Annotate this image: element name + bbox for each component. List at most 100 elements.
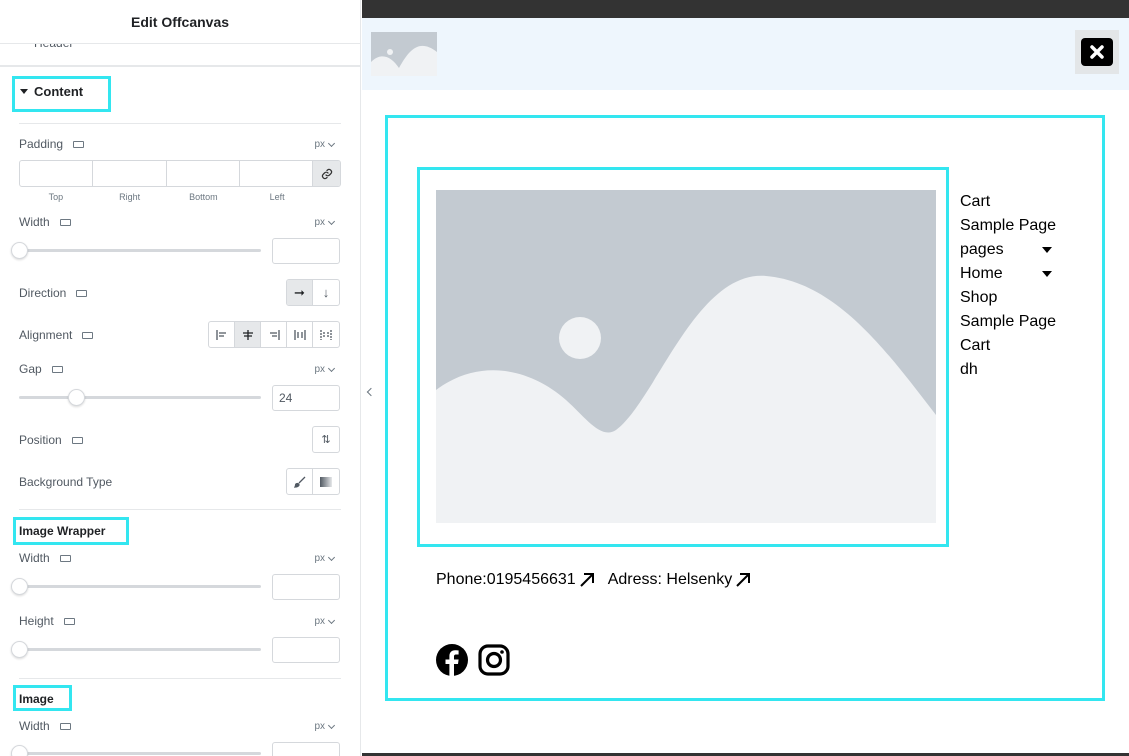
space-between-icon: [293, 329, 306, 340]
chevron-down-icon: [327, 364, 336, 372]
align-start-button[interactable]: [209, 322, 235, 347]
direction-label: Direction: [19, 286, 88, 300]
panel-title: Edit Offcanvas: [130, 13, 230, 30]
slider-handle[interactable]: [11, 578, 28, 595]
padding-unit: px: [314, 139, 325, 150]
slider-handle[interactable]: [11, 242, 28, 259]
image-width-slider[interactable]: [11, 745, 261, 756]
background-type-label: Background Type: [19, 475, 112, 489]
responsive-desktop-icon[interactable]: [82, 331, 94, 339]
responsive-desktop-icon[interactable]: [59, 722, 71, 730]
width-unit-select[interactable]: px: [314, 217, 336, 228]
menu-item-pages[interactable]: pages: [960, 238, 1056, 262]
gap-input[interactable]: 24: [272, 385, 340, 411]
offcanvas-header: [362, 18, 1129, 90]
align-end-icon: [269, 329, 280, 340]
swap-vertical-icon: ⇅: [321, 434, 331, 446]
padding-bottom-input[interactable]: [167, 161, 240, 186]
background-classic-button[interactable]: [287, 469, 313, 494]
content-section-toggle[interactable]: Content: [20, 84, 83, 99]
padding-top-input[interactable]: [20, 161, 94, 186]
width-input[interactable]: [272, 238, 340, 264]
align-end-button[interactable]: [261, 322, 287, 347]
position-label-text: Position: [19, 433, 62, 447]
preview-canvas: Cart Sample Page pages Home Shop Sample …: [362, 0, 1129, 756]
responsive-desktop-icon[interactable]: [51, 365, 63, 373]
padding-right-input[interactable]: [93, 161, 167, 186]
responsive-desktop-icon[interactable]: [59, 554, 71, 562]
phone-link[interactable]: Phone:0195456631: [436, 571, 596, 589]
menu-item-cart[interactable]: Cart: [960, 190, 1056, 214]
align-center-button[interactable]: [235, 322, 261, 347]
wrapper-width-unit-select[interactable]: px: [314, 553, 336, 564]
background-gradient-button[interactable]: [313, 469, 339, 494]
wrapper-height-unit: px: [314, 616, 325, 627]
instagram-icon[interactable]: [478, 644, 510, 676]
background-type-choices: [286, 468, 340, 495]
image-width-unit-select[interactable]: px: [314, 721, 336, 732]
menu-item-shop[interactable]: Shop: [960, 286, 1056, 310]
dropdown-caret-icon[interactable]: [1042, 271, 1052, 277]
align-space-around-button[interactable]: [313, 322, 339, 347]
direction-column-button[interactable]: ↓: [313, 280, 339, 305]
arrow-up-right-icon: [736, 573, 751, 587]
padding-dimensions: [19, 160, 341, 187]
responsive-desktop-icon[interactable]: [71, 436, 83, 444]
image-wrapper-heading: Image Wrapper: [19, 524, 106, 538]
menu-item-sample-page-2[interactable]: Sample Page: [960, 310, 1056, 334]
dropdown-caret-icon[interactable]: [1042, 247, 1052, 253]
link-values-button[interactable]: [313, 161, 340, 186]
link-icon: [321, 168, 332, 179]
phone-text: Phone:0195456631: [436, 571, 576, 588]
image-width-label-text: Width: [19, 719, 50, 733]
alignment-label-text: Alignment: [19, 328, 73, 342]
image-width-label: Width: [19, 719, 71, 733]
side-label-top: Top: [48, 192, 64, 202]
responsive-desktop-icon[interactable]: [59, 218, 71, 226]
position-label: Position: [19, 433, 83, 447]
responsive-desktop-icon[interactable]: [76, 289, 88, 297]
address-text: Adress: Helsenky: [607, 571, 733, 588]
wrapper-height-input[interactable]: [272, 637, 340, 663]
side-label-right: Right: [119, 192, 141, 202]
collapse-panel-button[interactable]: [361, 378, 377, 406]
placeholder-image[interactable]: [436, 190, 936, 523]
menu-item-label: dh: [960, 361, 978, 378]
wrapper-height-unit-select[interactable]: px: [314, 616, 336, 627]
close-icon: [1081, 38, 1113, 66]
chevron-down-icon: [327, 553, 336, 561]
responsive-desktop-icon[interactable]: [73, 140, 85, 148]
width-slider[interactable]: [11, 242, 261, 259]
padding-left-input[interactable]: [240, 161, 313, 186]
responsive-desktop-icon[interactable]: [63, 617, 75, 625]
slider-handle[interactable]: [11, 745, 28, 756]
gap-slider[interactable]: [19, 389, 261, 406]
alignment-choices: [208, 321, 340, 348]
wrapper-width-slider[interactable]: [11, 578, 261, 595]
close-offcanvas-button[interactable]: [1075, 30, 1119, 74]
position-swap-button[interactable]: ⇅: [313, 427, 339, 452]
address-link[interactable]: Adress: Helsenky: [608, 571, 753, 589]
social-icons: [436, 644, 510, 676]
wrapper-height-slider[interactable]: [11, 641, 261, 658]
facebook-icon[interactable]: [436, 644, 468, 676]
align-space-between-button[interactable]: [287, 322, 313, 347]
menu-item-cart-2[interactable]: Cart: [960, 334, 1056, 358]
slider-handle[interactable]: [68, 389, 85, 406]
menu-item-dh[interactable]: dh: [960, 358, 1056, 382]
gap-unit-select[interactable]: px: [314, 364, 336, 375]
align-start-icon: [215, 329, 226, 340]
position-choices: ⇅: [312, 426, 340, 453]
wrapper-width-input[interactable]: [272, 574, 340, 600]
wrapper-height-label-text: Height: [19, 614, 54, 628]
menu-item-sample-page[interactable]: Sample Page: [960, 214, 1056, 238]
padding-label-text: Padding: [19, 137, 64, 151]
image-width-input[interactable]: [272, 742, 340, 756]
section-divider: [0, 65, 360, 67]
menu-item-label: Shop: [960, 289, 998, 306]
menu-item-home[interactable]: Home: [960, 262, 1056, 286]
padding-unit-select[interactable]: px: [314, 139, 336, 150]
slider-handle[interactable]: [11, 641, 28, 658]
direction-row-button[interactable]: ➞: [287, 280, 313, 305]
wrapper-width-unit: px: [314, 553, 325, 564]
